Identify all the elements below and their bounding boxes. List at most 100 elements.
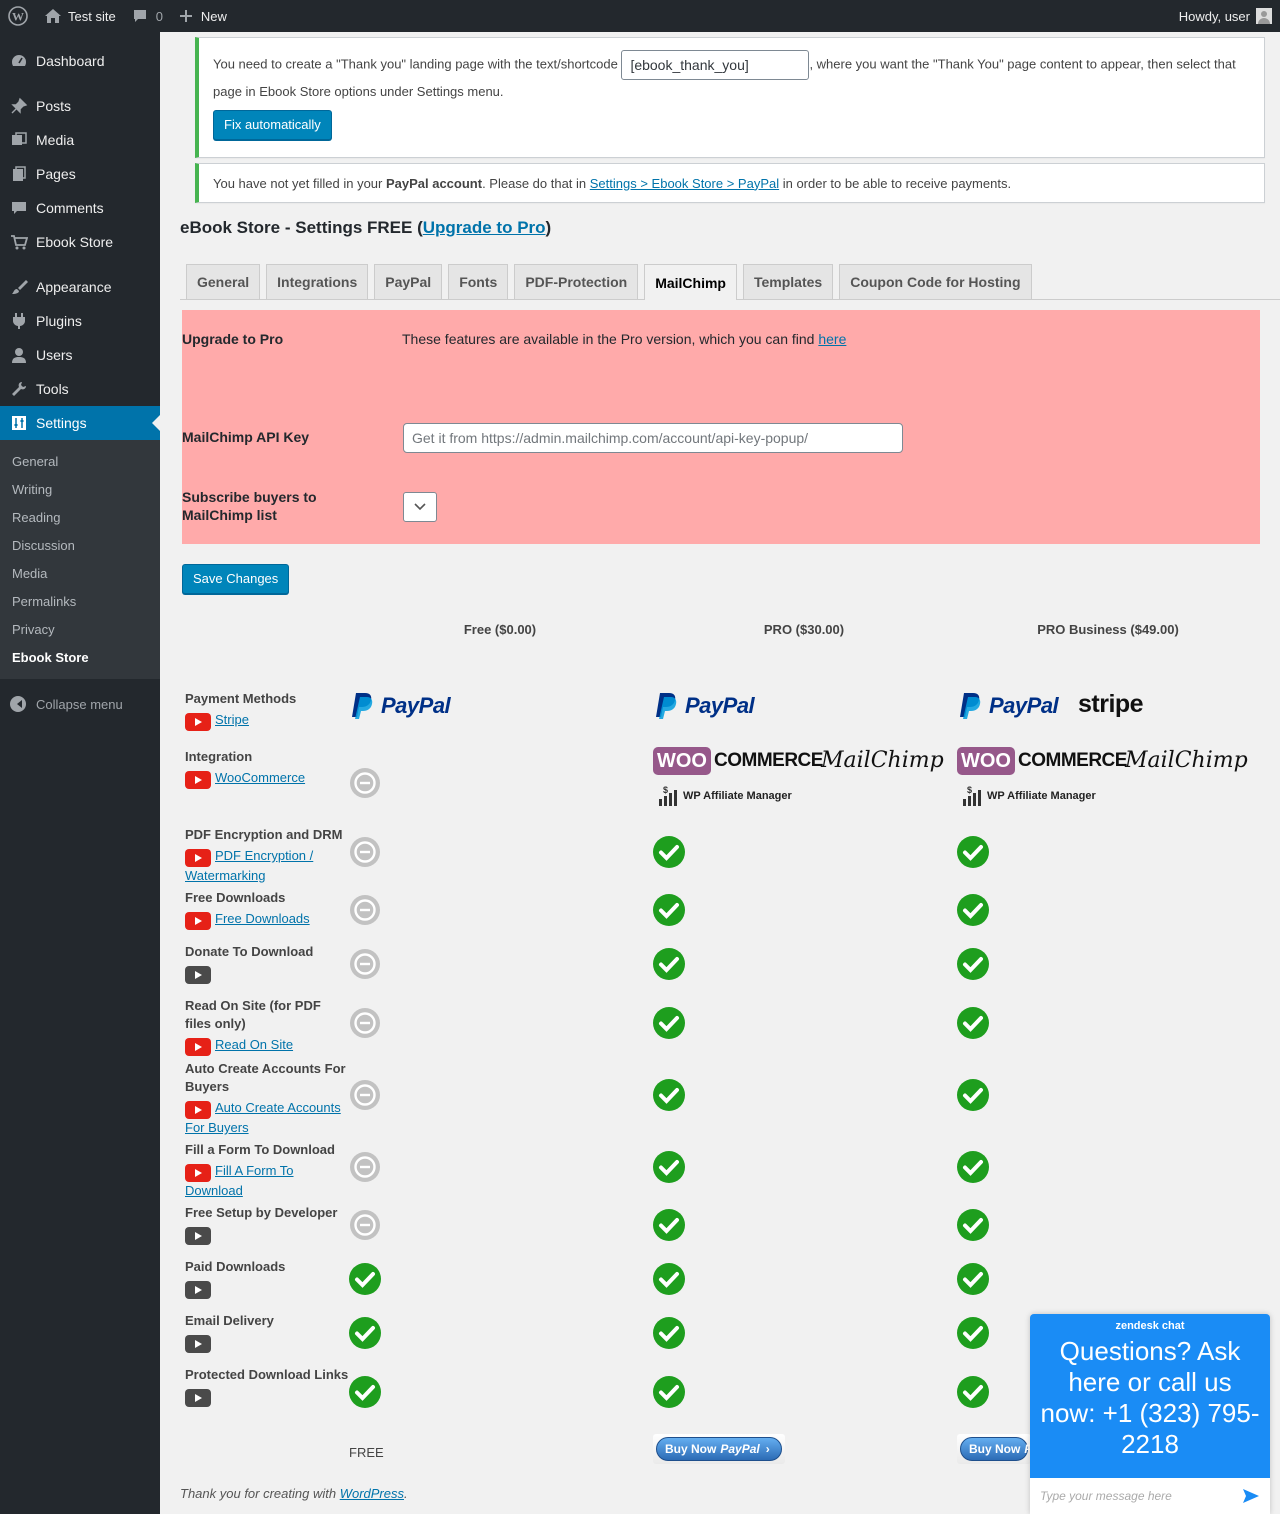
sidebar-item-ebook-store[interactable]: Ebook Store — [0, 225, 160, 259]
sidebar-item-label: Dashboard — [36, 53, 105, 69]
check-icon — [653, 1079, 685, 1111]
submenu-privacy[interactable]: Privacy — [0, 615, 160, 643]
check-icon — [957, 1007, 989, 1039]
sidebar-item-comments[interactable]: Comments — [0, 191, 160, 225]
admin-bar: W Test site 0 New Howdy, user — [0, 0, 1280, 32]
submenu-ebook-store[interactable]: Ebook Store — [0, 643, 160, 671]
tab-fonts[interactable]: Fonts — [448, 264, 509, 299]
youtube-play-icon[interactable] — [185, 1227, 211, 1245]
comments-link[interactable]: 0 — [124, 0, 171, 32]
upgrade-text: These features are available in the Pro … — [402, 331, 846, 347]
feature-video-link[interactable]: Stripe — [215, 712, 249, 727]
check-icon — [957, 1209, 989, 1241]
zendesk-chat-widget[interactable]: zendesk chat Questions? Ask here or call… — [1030, 1314, 1270, 1514]
paypal-settings-link[interactable]: Settings > Ebook Store > PayPal — [590, 176, 779, 191]
youtube-play-icon[interactable] — [185, 966, 211, 984]
cart-icon — [10, 233, 28, 251]
save-changes-button[interactable]: Save Changes — [182, 564, 290, 594]
feature-name: Payment Methods — [185, 691, 297, 706]
submenu-writing[interactable]: Writing — [0, 475, 160, 503]
youtube-play-icon[interactable] — [185, 1038, 211, 1056]
sidebar-item-label: Posts — [36, 98, 72, 114]
feature-video-link[interactable]: Free Downloads — [215, 911, 310, 926]
buy-now-paypal-button[interactable]: Buy NowPayPal› — [653, 1434, 785, 1464]
feature-name: PDF Encryption and DRM — [185, 827, 343, 842]
youtube-play-icon[interactable] — [185, 713, 211, 731]
tab-integrations[interactable]: Integrations — [266, 264, 369, 299]
pro-here-link[interactable]: here — [818, 331, 846, 347]
commerce-word: COMMERCE — [714, 750, 823, 771]
tab-mailchimp[interactable]: MailChimp — [644, 264, 737, 300]
not-included-icon — [349, 1079, 381, 1111]
submenu-reading[interactable]: Reading — [0, 503, 160, 531]
check-icon — [957, 1317, 989, 1349]
youtube-play-icon[interactable] — [185, 771, 211, 789]
feature-label: PDF Encryption and DRM PDF Encryption / W… — [185, 826, 350, 885]
sidebar-item-label: Appearance — [36, 279, 112, 295]
feature-video — [185, 1333, 350, 1353]
my-account[interactable]: Howdy, user — [1179, 8, 1280, 24]
buy-now-paypal-button[interactable]: Buy NowPayPal› — [957, 1434, 1074, 1464]
youtube-play-icon[interactable] — [185, 1281, 211, 1299]
tab-coupon-code[interactable]: Coupon Code for Hosting — [839, 264, 1032, 299]
feature-label: Read On Site (for PDF files only) Read On… — [185, 997, 350, 1056]
collapse-menu-button[interactable]: Collapse menu — [0, 687, 160, 721]
send-icon[interactable] — [1242, 1488, 1260, 1504]
notice2-text1: You have not yet filled in your — [213, 175, 386, 191]
feature-video-link[interactable]: Read On Site — [215, 1037, 293, 1052]
buy-now-label: Buy Now — [969, 1442, 1021, 1456]
sidebar-item-users[interactable]: Users — [0, 338, 160, 372]
plugin-icon — [10, 312, 28, 330]
sidebar-item-plugins[interactable]: Plugins — [0, 304, 160, 338]
notice-text-before: You need to create a "Thank you" landing… — [213, 56, 618, 72]
sidebar-item-tools[interactable]: Tools — [0, 372, 160, 406]
woocommerce-logo: WOO COMMERCE — [957, 747, 1127, 775]
feature-label: Integration WooCommerce — [185, 748, 350, 789]
wordpress-logo-icon[interactable]: W — [0, 0, 36, 32]
chat-message-input[interactable]: Type your message here — [1040, 1489, 1242, 1503]
tab-general[interactable]: General — [186, 264, 261, 299]
submenu-permalinks[interactable]: Permalinks — [0, 587, 160, 615]
paypal-logo: PayPal — [655, 692, 755, 720]
tab-templates[interactable]: Templates — [742, 264, 834, 299]
sidebar-item-posts[interactable]: Posts — [0, 89, 160, 123]
fix-automatically-button[interactable]: Fix automatically — [213, 110, 332, 140]
mailchimp-logo: MailChimp — [1125, 748, 1248, 773]
youtube-play-icon[interactable] — [185, 1164, 211, 1182]
sidebar-item-settings[interactable]: Settings — [0, 406, 160, 440]
youtube-play-icon[interactable] — [185, 1101, 211, 1119]
sidebar-item-pages[interactable]: Pages — [0, 157, 160, 191]
feature-video-link[interactable]: WooCommerce — [215, 770, 305, 785]
buy-now-pill: Buy NowPayPal › — [656, 1437, 782, 1461]
mailchimp-api-key-input[interactable]: Get it from https://admin.mailchimp.com/… — [403, 423, 903, 453]
youtube-play-icon[interactable] — [185, 1335, 211, 1353]
submenu-discussion[interactable]: Discussion — [0, 531, 160, 559]
new-content-link[interactable]: New — [171, 0, 235, 32]
plus-icon — [179, 10, 192, 22]
sidebar-item-media[interactable]: Media — [0, 123, 160, 157]
check-icon — [653, 836, 685, 868]
youtube-play-icon[interactable] — [185, 849, 211, 867]
notice-text: You need to create a "Thank you" landing… — [213, 50, 1250, 104]
sidebar-item-appearance[interactable]: Appearance — [0, 270, 160, 304]
youtube-play-icon[interactable] — [185, 1389, 211, 1407]
shortcode-field[interactable]: [ebook_thank_you] — [621, 50, 810, 80]
upgrade-to-pro-link[interactable]: Upgrade to Pro — [423, 218, 546, 237]
sidebar-item-label: Pages — [36, 166, 76, 182]
check-icon — [957, 948, 989, 980]
feature-label: Donate To Download — [185, 943, 350, 984]
wordpress-link[interactable]: WordPress — [340, 1486, 404, 1501]
submenu-general[interactable]: General — [0, 447, 160, 475]
free-label: FREE — [349, 1445, 384, 1460]
tab-paypal[interactable]: PayPal — [374, 264, 443, 299]
sidebar-item-dashboard[interactable]: Dashboard — [0, 44, 160, 78]
mailchimp-list-select[interactable] — [403, 492, 437, 522]
youtube-play-icon[interactable] — [185, 912, 211, 930]
tab-pdf-protection[interactable]: PDF-Protection — [514, 264, 639, 299]
svg-text:$: $ — [663, 785, 668, 795]
sidebar-item-label: Comments — [36, 200, 104, 216]
submenu-media[interactable]: Media — [0, 559, 160, 587]
not-included-icon — [349, 767, 381, 799]
woo-badge: WOO — [653, 747, 711, 775]
site-name-link[interactable]: Test site — [36, 0, 124, 32]
